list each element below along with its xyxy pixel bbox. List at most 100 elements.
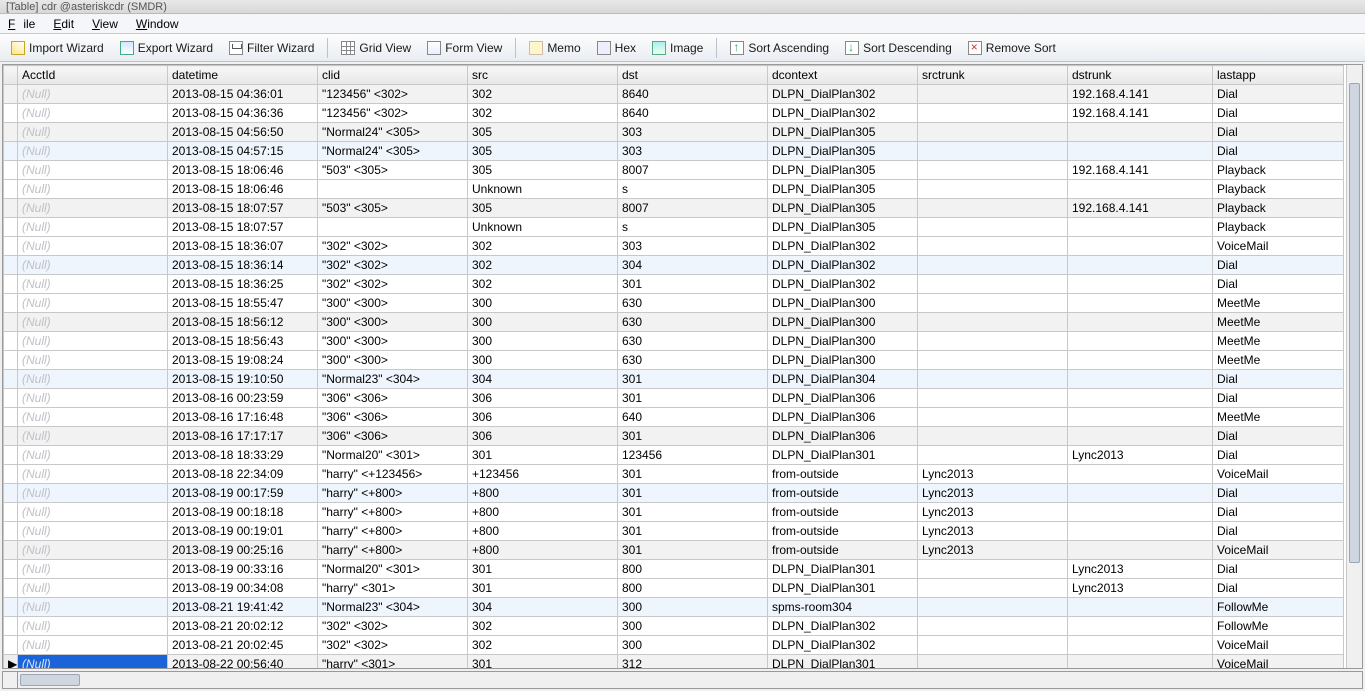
table-row[interactable]: (Null)2013-08-21 20:02:45"302" <302>3023… [4,636,1344,655]
row-selector[interactable] [4,142,18,161]
cell-dtrk[interactable] [1068,370,1213,389]
cell-clid[interactable]: "harry" <301> [318,655,468,670]
row-selector[interactable] [4,503,18,522]
row-selector[interactable] [4,465,18,484]
col-datetime[interactable]: datetime [168,66,318,85]
cell-dctx[interactable]: DLPN_DialPlan302 [768,85,918,104]
row-selector[interactable] [4,180,18,199]
cell-acctid[interactable]: (Null) [18,104,168,123]
cell-lapp[interactable]: Dial [1213,503,1344,522]
cell-dt[interactable]: 2013-08-15 04:36:36 [168,104,318,123]
sort-ascending-button[interactable]: Sort Ascending [723,38,836,58]
col-srctrunk[interactable]: srctrunk [918,66,1068,85]
cell-strk[interactable] [918,104,1068,123]
cell-dst[interactable]: 630 [618,332,768,351]
cell-dst[interactable]: 630 [618,294,768,313]
cell-dst[interactable]: 800 [618,560,768,579]
table-row[interactable]: (Null)2013-08-21 20:02:12"302" <302>3023… [4,617,1344,636]
cell-dt[interactable]: 2013-08-19 00:25:16 [168,541,318,560]
cell-dctx[interactable]: DLPN_DialPlan305 [768,123,918,142]
cell-src[interactable]: +800 [468,541,618,560]
cell-src[interactable]: 306 [468,408,618,427]
table-row[interactable]: (Null)2013-08-15 19:10:50"Normal23" <304… [4,370,1344,389]
table-row[interactable]: (Null)2013-08-15 18:06:46UnknownsDLPN_Di… [4,180,1344,199]
table-row[interactable]: (Null)2013-08-15 19:08:24"300" <300>3006… [4,351,1344,370]
cell-lapp[interactable]: Dial [1213,123,1344,142]
cell-dctx[interactable]: DLPN_DialPlan301 [768,560,918,579]
cell-dst[interactable]: s [618,218,768,237]
cell-acctid[interactable]: (Null) [18,522,168,541]
cell-clid[interactable]: "306" <306> [318,408,468,427]
cell-acctid[interactable]: (Null) [18,275,168,294]
table-row[interactable]: (Null)2013-08-19 00:33:16"Normal20" <301… [4,560,1344,579]
cell-dst[interactable]: 301 [618,484,768,503]
row-selector[interactable] [4,256,18,275]
cell-lapp[interactable]: Dial [1213,85,1344,104]
menu-edit[interactable]: Edit [49,15,78,33]
cell-lapp[interactable]: Dial [1213,446,1344,465]
cell-acctid[interactable]: (Null) [18,655,168,670]
table-row[interactable]: (Null)2013-08-16 17:16:48"306" <306>3066… [4,408,1344,427]
vertical-scrollbar[interactable] [1346,65,1362,668]
table-row[interactable]: (Null)2013-08-19 00:18:18"harry" <+800>+… [4,503,1344,522]
cell-dt[interactable]: 2013-08-19 00:33:16 [168,560,318,579]
cell-acctid[interactable]: (Null) [18,161,168,180]
col-lastapp[interactable]: lastapp [1213,66,1344,85]
cell-dt[interactable]: 2013-08-15 18:36:07 [168,237,318,256]
cell-dst[interactable]: 301 [618,465,768,484]
cell-dtrk[interactable] [1068,180,1213,199]
cell-dst[interactable]: 8007 [618,161,768,180]
cell-dtrk[interactable]: 192.168.4.141 [1068,161,1213,180]
cell-dtrk[interactable] [1068,313,1213,332]
cell-dt[interactable]: 2013-08-15 18:55:47 [168,294,318,313]
cell-clid[interactable] [318,180,468,199]
cell-strk[interactable] [918,161,1068,180]
cell-strk[interactable] [918,294,1068,313]
cell-acctid[interactable]: (Null) [18,389,168,408]
col-src[interactable]: src [468,66,618,85]
cell-dctx[interactable]: DLPN_DialPlan302 [768,275,918,294]
row-selector[interactable] [4,617,18,636]
cell-dtrk[interactable] [1068,351,1213,370]
cell-dst[interactable]: 300 [618,598,768,617]
cell-lapp[interactable]: FollowMe [1213,617,1344,636]
cell-src[interactable]: 300 [468,313,618,332]
cell-strk[interactable] [918,598,1068,617]
cell-dst[interactable]: 640 [618,408,768,427]
table-row[interactable]: (Null)2013-08-15 18:55:47"300" <300>3006… [4,294,1344,313]
cell-dtrk[interactable] [1068,332,1213,351]
table-row[interactable]: (Null)2013-08-15 18:56:43"300" <300>3006… [4,332,1344,351]
cell-dt[interactable]: 2013-08-15 18:56:43 [168,332,318,351]
cell-lapp[interactable]: VoiceMail [1213,655,1344,670]
cell-clid[interactable]: "300" <300> [318,294,468,313]
row-selector[interactable] [4,294,18,313]
row-selector[interactable]: ▶ [4,655,18,670]
table-row[interactable]: (Null)2013-08-15 18:36:07"302" <302>3023… [4,237,1344,256]
cell-dtrk[interactable] [1068,237,1213,256]
cell-dt[interactable]: 2013-08-19 00:19:01 [168,522,318,541]
table-row[interactable]: (Null)2013-08-15 18:06:46"503" <305>3058… [4,161,1344,180]
cell-lapp[interactable]: Dial [1213,522,1344,541]
cell-acctid[interactable]: (Null) [18,484,168,503]
row-selector[interactable] [4,275,18,294]
cell-dtrk[interactable] [1068,655,1213,670]
cell-dtrk[interactable] [1068,427,1213,446]
cell-src[interactable]: 305 [468,123,618,142]
cell-dst[interactable]: 301 [618,522,768,541]
row-selector[interactable] [4,104,18,123]
cell-dtrk[interactable]: Lync2013 [1068,579,1213,598]
row-selector[interactable] [4,389,18,408]
cell-dtrk[interactable] [1068,503,1213,522]
cell-dctx[interactable]: DLPN_DialPlan305 [768,199,918,218]
cell-dt[interactable]: 2013-08-19 00:17:59 [168,484,318,503]
cell-dtrk[interactable] [1068,123,1213,142]
cell-dst[interactable]: 301 [618,389,768,408]
cell-acctid[interactable]: (Null) [18,85,168,104]
cell-clid[interactable]: "302" <302> [318,275,468,294]
cell-dt[interactable]: 2013-08-18 22:34:09 [168,465,318,484]
row-selector[interactable] [4,161,18,180]
cell-strk[interactable] [918,655,1068,670]
cell-acctid[interactable]: (Null) [18,446,168,465]
cell-strk[interactable] [918,313,1068,332]
row-selector[interactable] [4,446,18,465]
